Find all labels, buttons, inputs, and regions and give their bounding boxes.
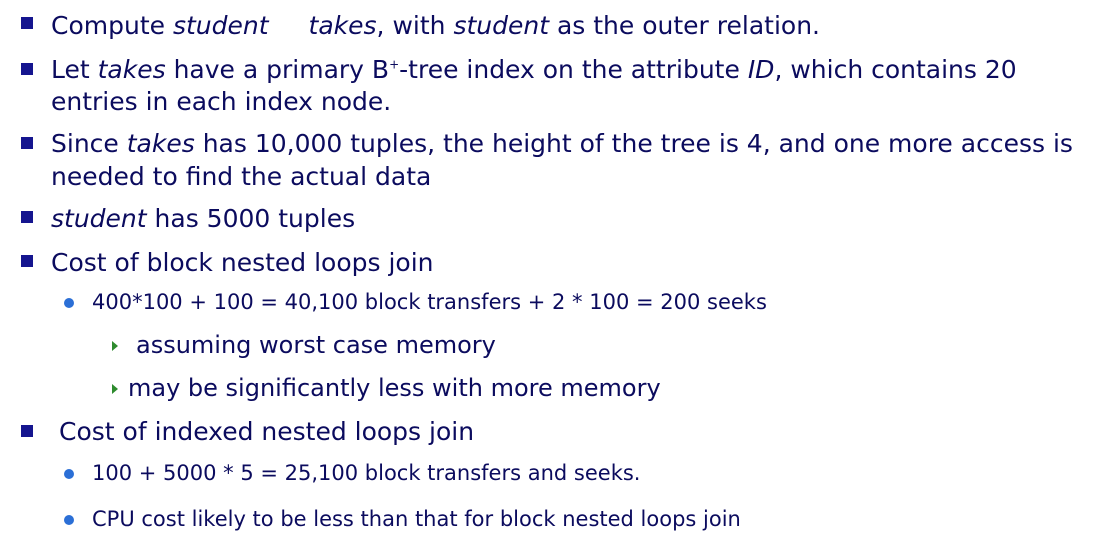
square-bullet-icon <box>21 63 33 75</box>
sub-item-cpu-cost: CPU cost likely to be less than that for… <box>92 507 741 531</box>
round-bullet-icon <box>64 515 74 525</box>
triangle-bullet-icon <box>112 341 118 351</box>
triangle-bullet-icon <box>112 384 118 394</box>
round-bullet-icon <box>64 298 74 308</box>
square-bullet-icon <box>21 425 33 437</box>
round-bullet-icon <box>64 469 74 479</box>
square-bullet-icon <box>21 17 33 29</box>
text-segment: has 10,000 tuples, the height of the tre… <box>194 129 1073 158</box>
text-italic-takes: takes <box>308 11 377 40</box>
sub-item-block-cost: 400*100 + 100 = 40,100 block transfers +… <box>92 290 767 314</box>
square-bullet-icon <box>21 255 33 267</box>
subsub-item-more-memory: may be significantly less with more memo… <box>128 374 661 402</box>
bullet-item-tree-height: Since takes has 10,000 tuples, the heigh… <box>51 131 1073 156</box>
bullet-item-index-continued: entries in each index node. <box>51 87 392 116</box>
bullet-item-block-nested: Cost of block nested loops join <box>51 248 434 277</box>
bullet-item-tree-height-continued: needed to find the actual data <box>51 162 432 191</box>
text-segment: -tree index on the attribute <box>399 55 748 84</box>
text-italic-student: student <box>453 11 550 40</box>
text-italic-takes: takes <box>126 129 195 158</box>
text-segment: as the outer relation. <box>549 11 820 40</box>
sub-item-indexed-cost: 100 + 5000 * 5 = 25,100 block transfers … <box>92 461 641 485</box>
bullet-item-indexed-nested: Cost of indexed nested loops join <box>59 417 475 446</box>
bullet-item-index: Let takes have a primary B+-tree index o… <box>51 57 1017 82</box>
text-segment: Compute <box>51 11 173 40</box>
text-italic-student: student <box>172 11 269 40</box>
text-segment: have a primary B <box>165 55 390 84</box>
text-segment: Let <box>51 55 98 84</box>
text-segment: Since <box>51 129 127 158</box>
square-bullet-icon <box>21 211 33 223</box>
square-bullet-icon <box>21 137 33 149</box>
superscript-plus: + <box>389 57 400 72</box>
text-segment: , which contains 20 <box>774 55 1017 84</box>
text-italic-id: ID <box>747 55 775 84</box>
text-italic-takes: takes <box>97 55 166 84</box>
bullet-item-compute: Compute student takes, with student as th… <box>51 13 820 38</box>
text-italic-student: student <box>51 204 147 233</box>
subsub-item-worst-case: assuming worst case memory <box>136 331 496 359</box>
text-segment: has 5000 tuples <box>146 204 356 233</box>
bullet-item-student-tuples: student has 5000 tuples <box>51 206 355 231</box>
text-segment: , with <box>376 11 454 40</box>
